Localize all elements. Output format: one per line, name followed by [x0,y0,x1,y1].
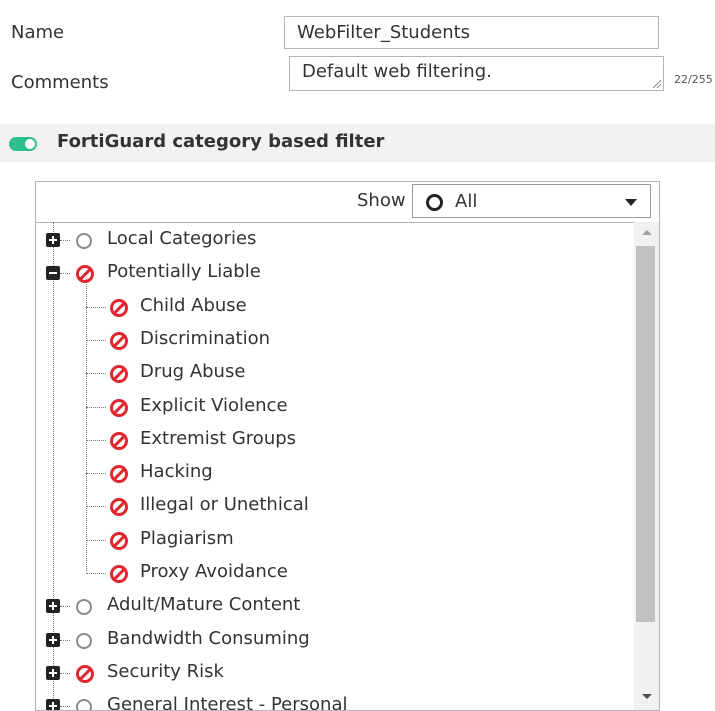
category-label: General Interest - Personal [107,694,348,711]
category-label: Security Risk [107,660,224,682]
tree-branch-line [86,339,106,341]
subcategory-row[interactable]: Illegal or Unethical [36,490,634,523]
resize-grip-icon[interactable] [651,78,661,88]
name-value: WebFilter_Students [297,22,471,43]
category-tree: Local Categories Potentially Liable Child … [36,222,634,711]
tree-branch-line [86,406,106,408]
subcategory-row[interactable]: Plagiarism [36,524,634,557]
block-icon[interactable] [110,565,128,583]
tree-branch-line [60,672,70,674]
category-label: Discrimination [140,327,270,349]
category-label: Potentially Liable [107,261,261,283]
tree-branch-line [60,706,70,708]
category-row[interactable]: Adult/Mature Content [36,590,634,623]
category-row[interactable]: Security Risk [36,657,634,690]
category-label: Child Abuse [140,294,247,316]
block-icon[interactable] [76,664,94,683]
scroll-down-arrow-icon[interactable] [642,694,652,699]
comments-value: Default web filtering. [302,61,492,82]
tree-branch-line [60,606,70,608]
tree-branch-line [86,373,106,375]
block-icon[interactable] [110,365,128,384]
circle-outline-icon [426,194,443,211]
subcategory-row[interactable]: Hacking [36,457,634,490]
block-icon[interactable] [110,431,128,450]
expand-plus-icon[interactable] [46,599,60,614]
subcategory-row[interactable]: Drug Abuse [36,357,634,390]
category-label: Plagiarism [140,527,234,549]
block-icon[interactable] [110,398,128,417]
panel-header: Show All [36,182,659,223]
block-icon[interactable] [110,531,128,550]
tree-branch-line [86,573,106,574]
collapse-minus-icon[interactable] [46,266,60,281]
allow-circle-icon[interactable] [76,233,92,249]
show-filter-select[interactable]: All [412,184,651,218]
subcategory-row[interactable]: Child Abuse [36,291,634,324]
block-icon[interactable] [110,498,128,517]
block-icon[interactable] [110,298,128,317]
expand-plus-icon[interactable] [46,233,60,247]
caret-down-icon [625,199,637,206]
name-label: Name [11,22,65,43]
category-label: Explicit Violence [140,394,288,416]
expand-plus-icon[interactable] [46,699,60,710]
category-row[interactable]: Bandwidth Consuming [36,624,634,657]
block-icon[interactable] [76,265,94,284]
tree-branch-line [86,306,106,308]
scroll-up-arrow-icon[interactable] [642,230,652,235]
comments-textarea[interactable]: Default web filtering. [289,56,664,91]
tree-branch-line [60,240,70,241]
subcategory-row[interactable]: Explicit Violence [36,391,634,424]
category-label: Drug Abuse [140,361,246,383]
comments-counter: 22/255 [674,73,713,86]
comments-label: Comments [11,72,109,93]
allow-circle-icon[interactable] [76,699,92,710]
block-icon[interactable] [110,331,128,350]
category-label: Bandwidth Consuming [107,627,310,649]
category-row[interactable]: Local Categories [36,224,634,257]
tree-branch-line [60,273,70,275]
category-label: Illegal or Unethical [140,494,309,516]
tree-branch-line [60,639,70,641]
tree-branch-line [86,473,106,475]
subcategory-row[interactable]: Proxy Avoidance [36,557,634,590]
show-filter-value: All [455,191,478,212]
tree-scrollbar[interactable] [634,222,659,710]
category-label: Extremist Groups [140,427,297,449]
allow-circle-icon[interactable] [76,632,92,649]
fortiguard-filter-bar: FortiGuard category based filter [0,124,715,162]
scroll-thumb[interactable] [636,246,655,622]
category-row[interactable]: General Interest - Personal [36,690,634,711]
category-label: Adult/Mature Content [107,594,301,616]
show-label: Show [357,190,406,211]
category-panel: Show All Local Categories Potentially Lia… [35,181,660,711]
tree-branch-line [86,506,106,508]
category-label: Local Categories [107,228,257,249]
expand-plus-icon[interactable] [46,665,60,680]
tree-branch-line [86,439,106,441]
category-label: Proxy Avoidance [140,561,288,582]
name-input[interactable]: WebFilter_Students [284,16,659,49]
category-label: Hacking [140,461,213,483]
subcategory-row[interactable]: Extremist Groups [36,424,634,457]
subcategory-row[interactable]: Discrimination [36,324,634,357]
fortiguard-toggle[interactable] [9,137,37,151]
expand-plus-icon[interactable] [46,632,60,647]
tree-branch-line [86,539,106,541]
fortiguard-filter-title: FortiGuard category based filter [57,131,385,152]
allow-circle-icon[interactable] [76,599,92,616]
block-icon[interactable] [110,465,128,484]
category-row[interactable]: Potentially Liable [36,257,634,290]
